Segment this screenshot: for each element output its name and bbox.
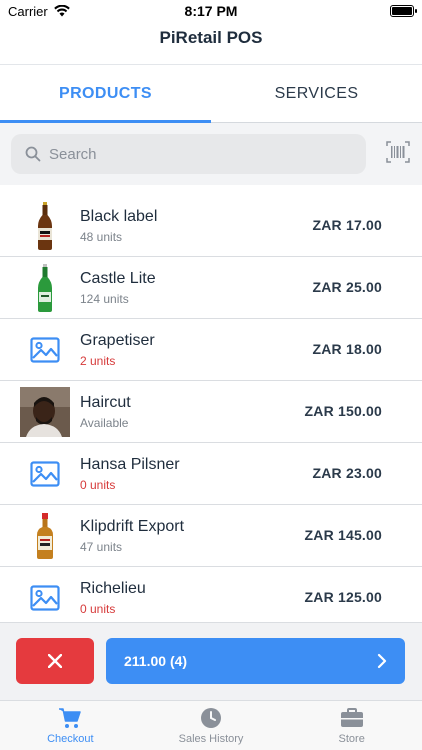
carrier-label: Carrier	[8, 3, 48, 19]
briefcase-icon	[340, 707, 363, 727]
page-title: PiRetail POS	[159, 28, 263, 47]
list-item[interactable]: Hansa Pilsner 0 units ZAR 23.00	[0, 443, 422, 505]
haircut-photo	[20, 386, 70, 437]
wifi-icon	[53, 5, 70, 17]
product-price: ZAR 145.00	[304, 527, 382, 543]
image-placeholder-icon	[20, 449, 70, 499]
search-area: Search	[0, 123, 422, 185]
tabbar-checkout[interactable]: Checkout	[0, 701, 141, 750]
tabbar-label: Checkout	[47, 732, 94, 745]
list-item[interactable]: Grapetiser 2 units ZAR 18.00	[0, 319, 422, 381]
product-price: ZAR 150.00	[304, 403, 382, 419]
battery-icon	[390, 5, 417, 17]
segment-tabs: PRODUCTS SERVICES	[0, 65, 422, 123]
list-item[interactable]: Haircut Available ZAR 150.00	[0, 381, 422, 443]
search-input[interactable]: Search	[11, 134, 366, 174]
barcode-scan-icon[interactable]	[386, 140, 410, 164]
clock-icon	[201, 707, 221, 728]
checkout-total: 211.00 (4)	[124, 653, 188, 669]
chevron-right-icon	[377, 653, 387, 669]
image-placeholder-icon	[20, 325, 70, 375]
list-item[interactable]: Klipdrift Export 47 units ZAR 145.00	[0, 505, 422, 567]
beer-bottle-icon	[20, 263, 70, 313]
clear-cart-button[interactable]	[16, 638, 94, 684]
tabbar-label: Sales History	[178, 732, 244, 745]
tabbar-store[interactable]: Store	[281, 701, 422, 750]
bottom-tab-bar: Checkout Sales History Store	[0, 700, 422, 750]
image-placeholder-icon	[20, 573, 70, 623]
search-icon	[25, 146, 41, 162]
beer-bottle-icon	[20, 201, 70, 251]
list-item[interactable]: Black label 48 units ZAR 17.00	[0, 195, 422, 257]
product-price: ZAR 23.00	[312, 465, 382, 481]
tab-products[interactable]: PRODUCTS	[0, 65, 211, 123]
tabbar-sales-history[interactable]: Sales History	[141, 701, 282, 750]
search-placeholder: Search	[49, 145, 97, 163]
checkout-button[interactable]: 211.00 (4)	[106, 638, 405, 684]
product-price: ZAR 17.00	[312, 217, 382, 233]
status-bar: Carrier 8:17 PM	[0, 0, 422, 22]
list-item[interactable]: Richelieu 0 units ZAR 125.00	[0, 567, 422, 629]
list-item[interactable]: Castle Lite 124 units ZAR 25.00	[0, 257, 422, 319]
liquor-bottle-icon	[20, 511, 70, 561]
close-icon	[48, 654, 62, 668]
product-list: Black label 48 units ZAR 17.00 Castle Li…	[0, 195, 422, 629]
tab-services[interactable]: SERVICES	[211, 65, 422, 123]
product-price: ZAR 25.00	[312, 279, 382, 295]
product-price: ZAR 18.00	[312, 341, 382, 357]
tabbar-label: Store	[338, 732, 365, 745]
cart-action-bar: 211.00 (4)	[0, 622, 422, 700]
product-price: ZAR 125.00	[304, 589, 382, 605]
cart-icon	[59, 707, 82, 728]
